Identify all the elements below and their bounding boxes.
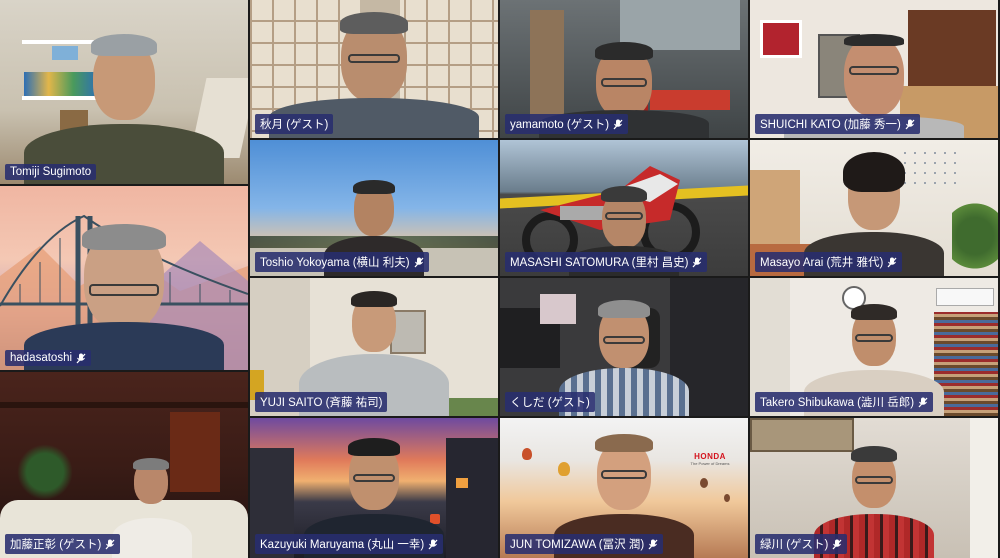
participant-name-tag: YUJI SAITO (斉藤 祐司) bbox=[255, 392, 388, 412]
hair bbox=[851, 304, 897, 320]
mic-muted-icon bbox=[692, 257, 702, 267]
torso bbox=[112, 518, 192, 558]
participant-name: JUN TOMIZAWA (冨沢 潤) bbox=[510, 539, 645, 551]
participant-name: Takero Shibukawa (澁川 岳郎) bbox=[760, 397, 915, 409]
participant-name: SHUICHI KATO (加藤 秀一) bbox=[760, 119, 901, 131]
participant-name-tag: Toshio Yokoyama (横山 利夫) bbox=[255, 252, 429, 272]
mic-muted-icon bbox=[832, 539, 842, 549]
glasses bbox=[601, 78, 647, 87]
participant-name-tag: hadasatoshi bbox=[5, 350, 92, 366]
participant-video bbox=[24, 0, 224, 184]
video-tile[interactable]: 緑川 (ゲスト) bbox=[750, 418, 998, 558]
hair bbox=[595, 42, 653, 60]
video-tile[interactable]: 加藤正彰 (ゲスト) bbox=[0, 372, 248, 558]
glasses bbox=[603, 336, 645, 344]
mic-muted-icon bbox=[918, 397, 928, 407]
mic-muted-icon bbox=[76, 353, 86, 363]
participant-name: Toshio Yokoyama (横山 利夫) bbox=[260, 257, 410, 269]
participant-name: Tomiji Sugimoto bbox=[10, 166, 92, 178]
participant-name: hadasatoshi bbox=[10, 352, 73, 364]
video-tile[interactable]: Takero Shibukawa (澁川 岳郎) bbox=[750, 278, 998, 416]
video-tile[interactable]: yamamoto (ゲスト) bbox=[500, 0, 748, 138]
hair bbox=[851, 446, 897, 462]
participant-name: くしだ (ゲスト) bbox=[510, 397, 590, 409]
glasses bbox=[849, 66, 899, 75]
mic-muted-icon bbox=[428, 539, 438, 549]
video-tile[interactable]: hadasatoshi bbox=[0, 186, 248, 370]
hair bbox=[598, 300, 650, 318]
hair bbox=[844, 34, 904, 46]
hair bbox=[82, 224, 166, 250]
hair bbox=[595, 434, 653, 452]
participant-name-tag: yamamoto (ゲスト) bbox=[505, 114, 629, 134]
glasses bbox=[89, 284, 159, 296]
glasses bbox=[855, 334, 893, 342]
participant-video bbox=[24, 186, 224, 370]
video-tile[interactable]: Tomiji Sugimoto bbox=[0, 0, 248, 184]
participant-name-tag: Tomiji Sugimoto bbox=[5, 164, 97, 180]
participant-name: yamamoto (ゲスト) bbox=[510, 119, 610, 131]
hair bbox=[133, 458, 169, 470]
mic-muted-icon bbox=[648, 539, 658, 549]
hair bbox=[340, 12, 408, 34]
mic-muted-icon bbox=[105, 539, 115, 549]
participant-video bbox=[49, 372, 199, 558]
video-tile[interactable]: Toshio Yokoyama (横山 利夫) bbox=[250, 140, 498, 276]
glasses bbox=[353, 474, 395, 482]
participant-name: YUJI SAITO (斉藤 祐司) bbox=[260, 397, 383, 409]
mic-muted-icon bbox=[613, 119, 623, 129]
participant-name-tag: MASASHI SATOMURA (里村 昌史) bbox=[505, 252, 708, 272]
video-tile[interactable]: 秋月 (ゲスト) bbox=[250, 0, 498, 138]
participant-name: 秋月 (ゲスト) bbox=[260, 119, 329, 131]
video-tile[interactable]: SHUICHI KATO (加藤 秀一) bbox=[750, 0, 998, 138]
video-tile[interactable]: HONDA The Power of Dreams JUN TOMIZAWA (… bbox=[500, 418, 748, 558]
video-tile[interactable]: MASASHI SATOMURA (里村 昌史) bbox=[500, 140, 748, 276]
mic-muted-icon bbox=[887, 257, 897, 267]
participant-name: MASASHI SATOMURA (里村 昌史) bbox=[510, 257, 689, 269]
participant-name-tag: Masayo Arai (荒井 雅代) bbox=[755, 252, 903, 272]
mic-muted-icon bbox=[414, 257, 424, 267]
hair bbox=[91, 34, 157, 56]
video-tile[interactable]: Kazuyuki Maruyama (丸山 一幸) bbox=[250, 418, 498, 558]
hair bbox=[351, 291, 397, 307]
video-tile[interactable]: YUJI SAITO (斉藤 祐司) bbox=[250, 278, 498, 416]
participant-name: Kazuyuki Maruyama (丸山 一幸) bbox=[260, 539, 425, 551]
participant-name-tag: JUN TOMIZAWA (冨沢 潤) bbox=[505, 534, 664, 554]
participant-name-tag: 加藤正彰 (ゲスト) bbox=[5, 534, 121, 554]
hair bbox=[843, 152, 905, 192]
participant-name-tag: Takero Shibukawa (澁川 岳郎) bbox=[755, 392, 934, 412]
face bbox=[844, 36, 904, 116]
glasses bbox=[601, 470, 647, 479]
participant-name-tag: くしだ (ゲスト) bbox=[505, 392, 595, 412]
participant-name-tag: 緑川 (ゲスト) bbox=[755, 534, 848, 554]
glasses bbox=[605, 212, 643, 220]
hair bbox=[601, 186, 647, 202]
hair bbox=[353, 180, 395, 194]
participant-name: 加藤正彰 (ゲスト) bbox=[10, 539, 102, 551]
glasses bbox=[348, 54, 400, 63]
participant-name-tag: SHUICHI KATO (加藤 秀一) bbox=[755, 114, 920, 134]
video-tile[interactable]: Masayo Arai (荒井 雅代) bbox=[750, 140, 998, 276]
participant-name-tag: Kazuyuki Maruyama (丸山 一幸) bbox=[255, 534, 444, 554]
participant-name-tag: 秋月 (ゲスト) bbox=[255, 114, 334, 134]
mic-muted-icon bbox=[905, 119, 915, 129]
participant-name: 緑川 (ゲスト) bbox=[760, 539, 829, 551]
video-tile[interactable]: くしだ (ゲスト) bbox=[500, 278, 748, 416]
participant-name: Masayo Arai (荒井 雅代) bbox=[760, 257, 884, 269]
hair bbox=[348, 438, 400, 456]
glasses bbox=[855, 476, 893, 484]
